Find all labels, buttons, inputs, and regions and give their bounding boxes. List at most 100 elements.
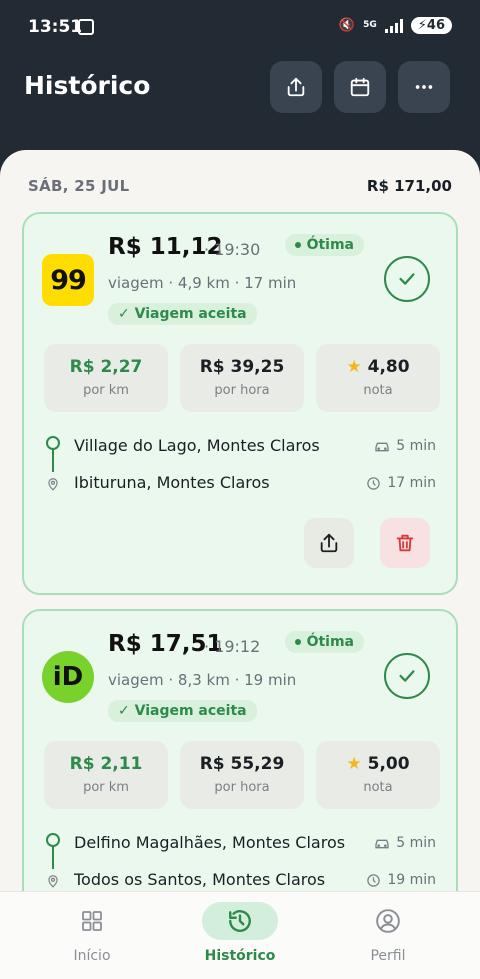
status-icons: 🔇 5G ⚡46 bbox=[339, 17, 452, 34]
profile-icon bbox=[376, 909, 400, 933]
quality-label: Ótima bbox=[306, 237, 354, 253]
share-icon bbox=[320, 533, 338, 553]
stat-value: R$ 2,11 bbox=[69, 754, 143, 774]
status-bar: 13:51 🔇 5G ⚡46 bbox=[0, 0, 480, 56]
nav-item-perfil[interactable]: Perfil bbox=[328, 902, 448, 964]
stat-value: R$ 39,25 bbox=[199, 357, 285, 377]
logo-text: 99 bbox=[50, 264, 87, 296]
destination-address: Ibituruna, Montes Claros bbox=[74, 473, 270, 492]
accept-button[interactable] bbox=[384, 653, 430, 699]
day-label: SÁB, 25 JUL bbox=[28, 177, 130, 195]
nav-icon-container bbox=[54, 902, 130, 940]
trip-duration: 17 min bbox=[366, 475, 436, 491]
car-icon bbox=[375, 839, 389, 849]
stat-label: nota bbox=[363, 780, 393, 795]
stat-label: por km bbox=[83, 383, 129, 398]
quality-dot-icon bbox=[294, 639, 301, 645]
pickup-duration: 5 min bbox=[374, 835, 436, 851]
bottom-nav: Início Histórico Perfil bbox=[0, 891, 480, 979]
stat-value: R$ 55,29 bbox=[199, 754, 285, 774]
quality-badge: Ótima bbox=[284, 234, 364, 256]
status-badge: ✓ Viagem aceita bbox=[108, 303, 257, 325]
origin-dot-icon bbox=[46, 436, 60, 450]
location-pin-icon bbox=[46, 873, 60, 893]
battery-level: 46 bbox=[426, 18, 445, 33]
stat-per-km: R$ 2,27 por km bbox=[44, 344, 168, 412]
car-icon bbox=[375, 442, 389, 452]
nav-item-historico[interactable]: Histórico bbox=[180, 902, 300, 964]
trip-meta: viagem · 8,3 km · 19 min bbox=[108, 671, 297, 689]
status-badge: ✓ Viagem aceita bbox=[108, 700, 257, 722]
signal-icon bbox=[384, 18, 403, 33]
nav-item-inicio[interactable]: Início bbox=[32, 902, 152, 964]
delete-trip-button[interactable] bbox=[380, 518, 430, 568]
network-label: 5G bbox=[363, 20, 377, 30]
stat-value: ★ 4,80 bbox=[316, 357, 440, 377]
rating-value: 4,80 bbox=[367, 357, 410, 377]
quality-label: Ótima bbox=[306, 634, 354, 650]
stat-label: por hora bbox=[214, 780, 270, 795]
logo-text: iD bbox=[52, 662, 84, 692]
stat-value: ★ 5,00 bbox=[316, 754, 440, 774]
quality-badge: Ótima bbox=[284, 631, 364, 653]
trip-card[interactable]: 99 R$ 11,12 · 19:30 Ótima viagem · 4,9 k… bbox=[22, 212, 458, 595]
origin-dot-icon bbox=[46, 833, 60, 847]
stat-per-hour: R$ 39,25 por hora bbox=[180, 344, 304, 412]
trip-time: · 19:30 bbox=[204, 240, 261, 259]
stat-label: por hora bbox=[214, 383, 270, 398]
trip-duration: 19 min bbox=[366, 872, 436, 888]
day-total: R$ 171,00 bbox=[366, 177, 452, 195]
screenshot-icon bbox=[78, 19, 94, 35]
status-time: 13:51 bbox=[28, 17, 83, 37]
more-button[interactable] bbox=[398, 61, 450, 113]
quality-dot-icon bbox=[294, 242, 301, 248]
history-sheet: SÁB, 25 JUL R$ 171,00 99 R$ 11,12 · 19:3… bbox=[0, 150, 480, 979]
origin-address: Delfino Magalhães, Montes Claros bbox=[74, 833, 346, 852]
nav-label: Perfil bbox=[370, 948, 406, 964]
battery-indicator: ⚡46 bbox=[410, 17, 452, 34]
stat-value: R$ 2,27 bbox=[69, 357, 143, 377]
pickup-time: 5 min bbox=[396, 835, 436, 851]
stat-label: nota bbox=[363, 383, 393, 398]
trip-time: · 19:12 bbox=[204, 637, 261, 656]
stat-per-hour: R$ 55,29 por hora bbox=[180, 741, 304, 809]
star-icon: ★ bbox=[346, 754, 362, 774]
share-button[interactable] bbox=[270, 61, 322, 113]
clock-icon bbox=[367, 873, 381, 887]
route-line bbox=[52, 450, 54, 472]
trip-meta: viagem · 4,9 km · 17 min bbox=[108, 274, 297, 292]
accept-button[interactable] bbox=[384, 256, 430, 302]
calendar-icon bbox=[350, 77, 370, 97]
pickup-time: 5 min bbox=[396, 438, 436, 454]
share-icon bbox=[287, 77, 305, 97]
check-icon bbox=[399, 670, 415, 682]
share-trip-button[interactable] bbox=[304, 518, 354, 568]
stat-label: por km bbox=[83, 780, 129, 795]
trip-time-value: 17 min bbox=[387, 475, 436, 491]
mute-icon: 🔇 bbox=[338, 18, 356, 33]
nav-icon-container bbox=[350, 902, 426, 940]
stat-per-km: R$ 2,11 por km bbox=[44, 741, 168, 809]
nav-icon-container bbox=[202, 902, 278, 940]
rating-value: 5,00 bbox=[367, 754, 410, 774]
check-icon bbox=[399, 273, 415, 285]
nav-label: Início bbox=[73, 948, 111, 964]
star-icon: ★ bbox=[346, 357, 362, 377]
calendar-button[interactable] bbox=[334, 61, 386, 113]
trip-time-value: 19 min bbox=[387, 872, 436, 888]
day-header: SÁB, 25 JUL R$ 171,00 bbox=[28, 177, 452, 195]
app-logo-id: iD bbox=[42, 651, 94, 703]
location-pin-icon bbox=[46, 476, 60, 496]
pickup-duration: 5 min bbox=[374, 438, 436, 454]
stat-rating: ★ 5,00 nota bbox=[316, 741, 440, 809]
more-horizontal-icon bbox=[415, 85, 433, 89]
page-title: Histórico bbox=[24, 71, 151, 100]
route-line bbox=[52, 847, 54, 869]
clock-icon bbox=[367, 476, 381, 490]
history-icon bbox=[229, 910, 251, 932]
destination-address: Todos os Santos, Montes Claros bbox=[74, 870, 326, 889]
trash-icon bbox=[396, 534, 414, 552]
nav-label: Histórico bbox=[204, 948, 276, 964]
origin-address: Village do Lago, Montes Claros bbox=[74, 436, 320, 455]
stat-rating: ★ 4,80 nota bbox=[316, 344, 440, 412]
